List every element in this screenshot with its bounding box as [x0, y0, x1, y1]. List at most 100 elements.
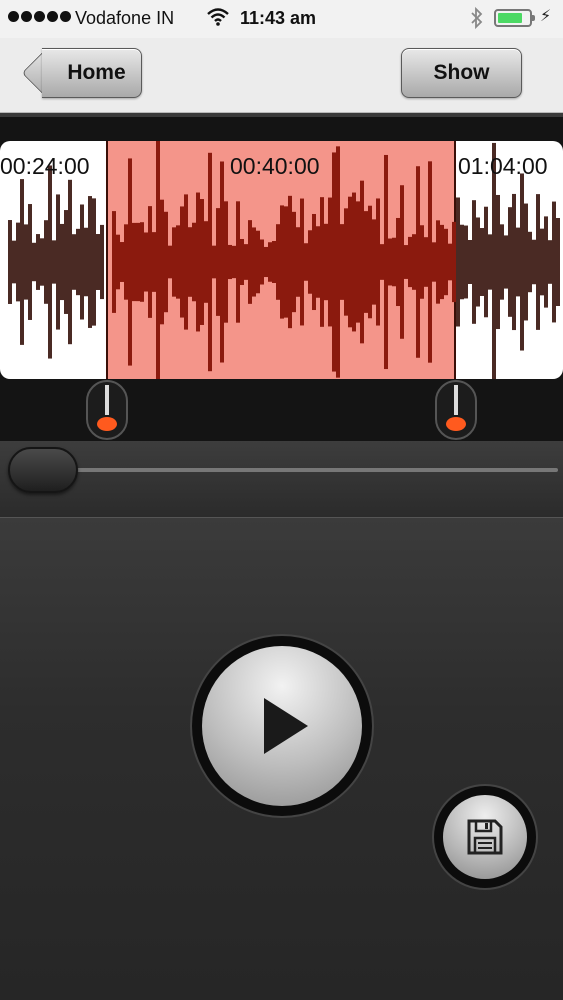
waveform-bar: [368, 205, 372, 319]
waveform-bar: [80, 204, 84, 320]
waveform-bar: [324, 223, 328, 301]
waveform-bar: [540, 228, 544, 296]
waveform-bar: [260, 239, 264, 285]
waveform-bar: [296, 227, 300, 297]
show-button[interactable]: Show: [401, 48, 522, 98]
waveform-bar: [524, 203, 528, 321]
waveform-bar: [140, 222, 144, 302]
waveform-bar: [452, 221, 456, 303]
waveform-bar: [20, 179, 24, 345]
waveform-bar: [520, 173, 524, 351]
waveform-bar: [464, 225, 468, 299]
waveform-bar: [284, 206, 288, 318]
waveform-bar: [220, 161, 224, 363]
waveform-bar: [180, 206, 184, 318]
waveform-bar: [160, 199, 164, 325]
waveform-bar: [408, 236, 412, 288]
waveform-bar: [60, 223, 64, 301]
seek-track[interactable]: [70, 468, 558, 472]
waveform-bar: [268, 242, 272, 282]
waveform-bar: [488, 234, 492, 290]
waveform-bar: [384, 154, 388, 370]
waveform-bar: [164, 211, 168, 313]
waveform-bar: [364, 211, 368, 313]
waveform-bar: [12, 240, 16, 284]
waveform-editor: 00:24:00 00:40:00 01:04:00: [0, 113, 563, 445]
home-back-button[interactable]: Home: [42, 48, 142, 98]
play-button[interactable]: [202, 646, 362, 806]
waveform-bar: [124, 224, 128, 300]
waveform-bar: [28, 204, 32, 320]
waveform-bar: [76, 228, 80, 296]
waveform-bar: [280, 205, 284, 319]
waveform-bar: [56, 194, 60, 330]
waveform-bar: [392, 237, 396, 287]
waveform-bar: [444, 228, 448, 296]
waveform-bar: [16, 222, 20, 302]
waveform-bar: [360, 180, 364, 344]
waveform-bar: [316, 226, 320, 298]
waveform-bar: [236, 201, 240, 323]
play-button-ring: [192, 636, 372, 816]
waveform-bar: [472, 200, 476, 324]
waveform-bar: [496, 194, 500, 330]
waveform-bar: [48, 165, 52, 359]
waveform-bar: [192, 222, 196, 302]
waveform-bar: [548, 240, 552, 284]
waveform-bar: [556, 217, 560, 307]
playback-controls: [0, 518, 563, 1000]
play-icon: [264, 698, 308, 754]
waveform-bar: [8, 220, 12, 304]
waveform-bar: [72, 234, 76, 290]
waveform-bar: [424, 237, 428, 287]
waveform-bar: [484, 206, 488, 318]
waveform-bar: [184, 194, 188, 330]
waveform-bar: [244, 244, 248, 280]
waveform-bar: [500, 224, 504, 300]
waveform-panel[interactable]: 00:24:00 00:40:00 01:04:00: [0, 141, 563, 379]
waveform-bar: [456, 197, 460, 327]
floppy-disk-icon: [467, 819, 503, 855]
signal-strength-icon: [8, 11, 71, 22]
status-bar: Vodafone IN 11:43 am ⚡: [0, 0, 563, 38]
waveform-bar: [420, 225, 424, 299]
waveform-bar: [264, 246, 268, 278]
selection-end-handle[interactable]: [434, 379, 478, 441]
navigation-bar: Home Show: [0, 38, 563, 113]
waveform-bar: [292, 211, 296, 313]
battery-icon: [494, 9, 535, 27]
waveform-bar: [116, 234, 120, 290]
waveform-bar: [428, 161, 432, 363]
status-time: 11:43 am: [240, 8, 317, 28]
waveform-bar: [308, 230, 312, 294]
waveform-bar: [112, 211, 116, 313]
waveform-bar: [504, 235, 508, 289]
waveform-bar: [240, 238, 244, 286]
waveform-bar: [372, 219, 376, 305]
waveform-bar: [252, 227, 256, 297]
waveform-bar: [276, 224, 280, 300]
waveform-bar: [256, 230, 260, 294]
time-label-start: 00:24:00: [0, 153, 90, 179]
waveform-bar: [172, 227, 176, 297]
save-button[interactable]: [443, 795, 527, 879]
waveform-bar: [24, 224, 28, 300]
waveform-bar: [120, 242, 124, 282]
time-label-middle: 00:40:00: [230, 153, 320, 179]
waveform-bar: [196, 192, 200, 332]
waveform-bar: [148, 206, 152, 318]
waveform-bar: [468, 240, 472, 284]
waveform-bar: [304, 243, 308, 281]
selection-start-handle[interactable]: [85, 379, 129, 441]
seek-slider-knob[interactable]: [8, 447, 78, 493]
waveform-bar: [300, 198, 304, 326]
waveform-bar: [312, 213, 316, 311]
waveform-bar: [396, 217, 400, 307]
waveform-bar: [128, 158, 132, 366]
waveform-bar: [376, 198, 380, 326]
waveform-bar: [228, 244, 232, 280]
waveform-bar: [152, 232, 156, 292]
charging-icon: ⚡: [540, 8, 552, 25]
waveform-bar: [288, 195, 292, 329]
waveform-bar: [224, 201, 228, 323]
